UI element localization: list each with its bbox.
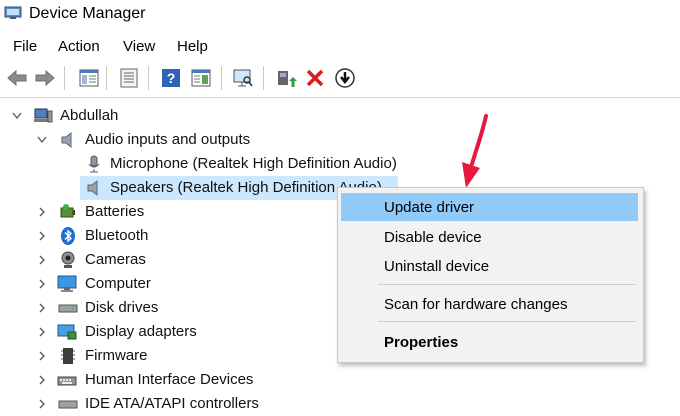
battery-icon bbox=[60, 204, 75, 218]
tree-item-bluetooth[interactable]: Bluetooth bbox=[0, 224, 330, 248]
firmware-chip-icon bbox=[61, 348, 75, 364]
tree-item-hid[interactable]: Human Interface Devices bbox=[0, 368, 330, 392]
menu-item-properties[interactable]: Properties bbox=[341, 328, 638, 356]
tree-label: Cameras bbox=[85, 251, 146, 268]
scan-monitor-icon[interactable] bbox=[232, 67, 254, 89]
back-icon[interactable] bbox=[6, 67, 28, 89]
context-menu: Update driver Disable device Uninstall d… bbox=[337, 187, 644, 363]
details-pane-icon[interactable] bbox=[190, 67, 212, 89]
chevron-right-icon[interactable] bbox=[38, 231, 46, 241]
tree-item-audio[interactable]: Audio inputs and outputs bbox=[0, 128, 400, 152]
menu-separator bbox=[378, 284, 636, 285]
chevron-down-icon[interactable] bbox=[12, 112, 22, 120]
toolbar-separator bbox=[221, 66, 222, 90]
chevron-right-icon[interactable] bbox=[38, 375, 46, 385]
tree-item-disk-drives[interactable]: Disk drives bbox=[0, 296, 330, 320]
window-title: Device Manager bbox=[29, 5, 146, 22]
monitor-icon bbox=[57, 275, 77, 292]
svg-text:?: ? bbox=[167, 70, 176, 86]
chevron-down-icon[interactable] bbox=[37, 136, 47, 144]
tree-item-ide[interactable]: IDE ATA/ATAPI controllers bbox=[0, 392, 330, 416]
chevron-right-icon[interactable] bbox=[38, 327, 46, 337]
tree-item-batteries[interactable]: Batteries bbox=[0, 200, 330, 224]
tree-item-display-adapters[interactable]: Display adapters bbox=[0, 320, 330, 344]
tree-item-firmware[interactable]: Firmware bbox=[0, 344, 330, 368]
speaker-icon bbox=[61, 131, 72, 149]
tree-label: IDE ATA/ATAPI controllers bbox=[85, 395, 259, 412]
menu-item-uninstall-device[interactable]: Uninstall device bbox=[341, 252, 638, 280]
toolbar-separator bbox=[106, 66, 107, 90]
device-manager-icon bbox=[4, 6, 22, 19]
title-bar: Device Manager bbox=[0, 0, 680, 34]
tree-label: Batteries bbox=[85, 203, 145, 220]
download-icon[interactable] bbox=[334, 67, 356, 89]
menu-view[interactable]: View bbox=[123, 38, 155, 55]
menu-file[interactable]: File bbox=[13, 38, 37, 55]
menu-action[interactable]: Action bbox=[58, 38, 100, 55]
toolbar-separator bbox=[263, 66, 264, 90]
chevron-right-icon[interactable] bbox=[38, 399, 46, 409]
keyboard-icon bbox=[57, 376, 77, 386]
toolbar: ? bbox=[0, 62, 680, 94]
toolbar-separator bbox=[148, 66, 149, 90]
chevron-right-icon[interactable] bbox=[38, 207, 46, 217]
tree-label: Bluetooth bbox=[85, 227, 149, 244]
microphone-icon bbox=[88, 155, 100, 173]
tree-label: Disk drives bbox=[85, 299, 159, 316]
chevron-right-icon[interactable] bbox=[38, 279, 46, 289]
tree-item-cameras[interactable]: Cameras bbox=[0, 248, 330, 272]
tree-label: Firmware bbox=[85, 347, 148, 364]
menu-item-disable-device[interactable]: Disable device bbox=[341, 223, 638, 251]
computer-icon bbox=[34, 108, 53, 123]
tree-label: Human Interface Devices bbox=[85, 371, 254, 388]
toolbar-separator bbox=[64, 66, 65, 90]
menu-separator bbox=[378, 321, 636, 322]
tree-label: Display adapters bbox=[85, 323, 197, 340]
tree-label: Audio inputs and outputs bbox=[85, 131, 251, 148]
display-adapter-icon bbox=[57, 324, 77, 340]
tree-root[interactable]: Abdullah bbox=[0, 104, 400, 128]
list-view-icon[interactable] bbox=[118, 67, 140, 89]
forward-icon[interactable] bbox=[34, 67, 56, 89]
menu-help[interactable]: Help bbox=[177, 38, 208, 55]
menu-item-scan-hardware[interactable]: Scan for hardware changes bbox=[341, 290, 638, 318]
menu-bar: File Action View Help bbox=[0, 34, 680, 60]
tree-item-microphone[interactable]: Microphone (Realtek High Definition Audi… bbox=[0, 152, 440, 176]
chevron-right-icon[interactable] bbox=[38, 255, 46, 265]
chevron-right-icon[interactable] bbox=[38, 303, 46, 313]
properties-pane-icon[interactable] bbox=[78, 67, 100, 89]
tree-label: Computer bbox=[85, 275, 151, 292]
tree-label: Microphone (Realtek High Definition Audi… bbox=[110, 155, 397, 172]
ide-controller-icon bbox=[58, 400, 78, 409]
help-icon[interactable]: ? bbox=[160, 67, 182, 89]
speaker-icon bbox=[87, 179, 98, 197]
update-driver-icon[interactable] bbox=[275, 67, 297, 89]
tree-item-computer[interactable]: Computer bbox=[0, 272, 330, 296]
bluetooth-icon bbox=[61, 227, 75, 245]
menu-item-update-driver[interactable]: Update driver bbox=[341, 193, 638, 221]
annotation-arrow-icon bbox=[462, 114, 488, 188]
chevron-right-icon[interactable] bbox=[38, 351, 46, 361]
disk-drive-icon bbox=[58, 304, 78, 313]
camera-icon bbox=[61, 251, 75, 268]
root-label: Abdullah bbox=[60, 107, 119, 124]
uninstall-x-icon[interactable] bbox=[304, 67, 326, 89]
